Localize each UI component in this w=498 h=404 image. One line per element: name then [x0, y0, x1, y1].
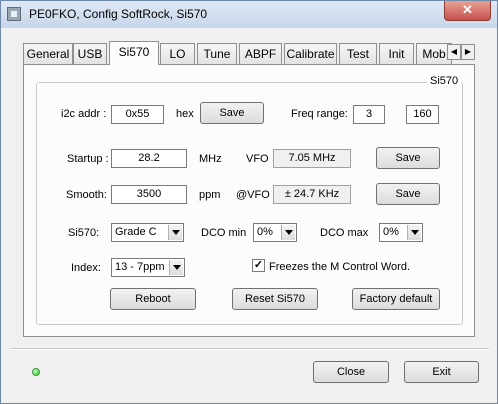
exit-button[interactable]: Exit: [404, 361, 479, 383]
chevron-down-icon[interactable]: [407, 225, 421, 240]
index-label: Index:: [71, 262, 101, 274]
tab-scroll-left-icon[interactable]: ◀: [447, 44, 461, 60]
tab-tune[interactable]: Tune: [197, 43, 237, 64]
at-vfo-label: @VFO: [236, 189, 270, 201]
smooth-save-button[interactable]: Save: [376, 183, 440, 205]
dco-max-value: 0%: [383, 226, 399, 238]
at-vfo-readout: ± 24.7 KHz: [273, 185, 351, 204]
si570-grade-value: Grade C: [115, 226, 157, 238]
chevron-down-icon[interactable]: [169, 260, 183, 275]
i2c-unit-label: hex: [176, 108, 194, 120]
vfo-readout: 7.05 MHz: [273, 149, 351, 168]
dco-min-select[interactable]: 0%: [253, 223, 297, 242]
freeze-m-label: Freezes the M Control Word.: [269, 261, 411, 273]
freq-range-label: Freq range:: [291, 108, 348, 120]
freq-range-max-input[interactable]: 160: [406, 105, 439, 124]
config-window: PE0FKO, Config SoftRock, Si570 ✕ General…: [0, 0, 498, 404]
tab-usb[interactable]: USB: [73, 43, 107, 64]
i2c-save-button[interactable]: Save: [200, 102, 264, 124]
dco-min-value: 0%: [257, 226, 273, 238]
factory-default-button[interactable]: Factory default: [352, 288, 440, 310]
reset-si570-button[interactable]: Reset Si570: [232, 288, 318, 310]
freq-range-min-input[interactable]: 3: [353, 105, 385, 124]
smooth-label: Smooth:: [66, 189, 107, 201]
title-bar[interactable]: PE0FKO, Config SoftRock, Si570 ✕: [1, 1, 497, 28]
dco-min-label: DCO min: [201, 227, 247, 239]
tab-si570[interactable]: Si570: [109, 41, 159, 65]
i2c-addr-input[interactable]: 0x55: [111, 105, 164, 124]
window-title: PE0FKO, Config SoftRock, Si570: [29, 7, 208, 21]
close-button[interactable]: Close: [313, 361, 389, 383]
startup-unit-label: MHz: [199, 153, 222, 165]
index-select[interactable]: 13 - 7ppm: [111, 258, 185, 277]
tab-init[interactable]: Init: [379, 43, 414, 64]
si570-grade-select[interactable]: Grade C: [111, 223, 184, 242]
index-value: 13 - 7ppm: [115, 261, 165, 273]
startup-label: Startup :: [67, 153, 109, 165]
startup-save-button[interactable]: Save: [376, 147, 440, 169]
app-icon: [7, 7, 21, 21]
tab-calibrate[interactable]: Calibrate: [284, 43, 337, 64]
groupbox-label: Si570: [427, 75, 462, 87]
tab-test[interactable]: Test: [339, 43, 377, 64]
footer-separator: [11, 348, 489, 350]
tab-general[interactable]: General: [23, 43, 73, 64]
tab-abpf[interactable]: ABPF: [239, 43, 282, 64]
vfo-label: VFO: [246, 153, 269, 165]
tab-scroll-right-icon[interactable]: ▶: [461, 44, 475, 60]
reboot-button[interactable]: Reboot: [110, 288, 196, 310]
i2c-addr-label: i2c addr :: [61, 108, 107, 120]
dco-max-select[interactable]: 0%: [379, 223, 423, 242]
close-window-button[interactable]: ✕: [444, 1, 491, 21]
status-led-icon: [32, 368, 40, 376]
tab-lo[interactable]: LO: [160, 43, 195, 64]
si570-grade-label: Si570:: [68, 227, 100, 239]
dco-max-label: DCO max: [320, 227, 369, 239]
smooth-unit-label: ppm: [199, 189, 221, 201]
chevron-down-icon[interactable]: [281, 225, 295, 240]
smooth-input[interactable]: 3500: [111, 185, 187, 204]
freeze-m-checkbox[interactable]: ✓: [252, 259, 265, 272]
chevron-down-icon[interactable]: [168, 225, 182, 240]
startup-input[interactable]: 28.2: [111, 149, 187, 168]
